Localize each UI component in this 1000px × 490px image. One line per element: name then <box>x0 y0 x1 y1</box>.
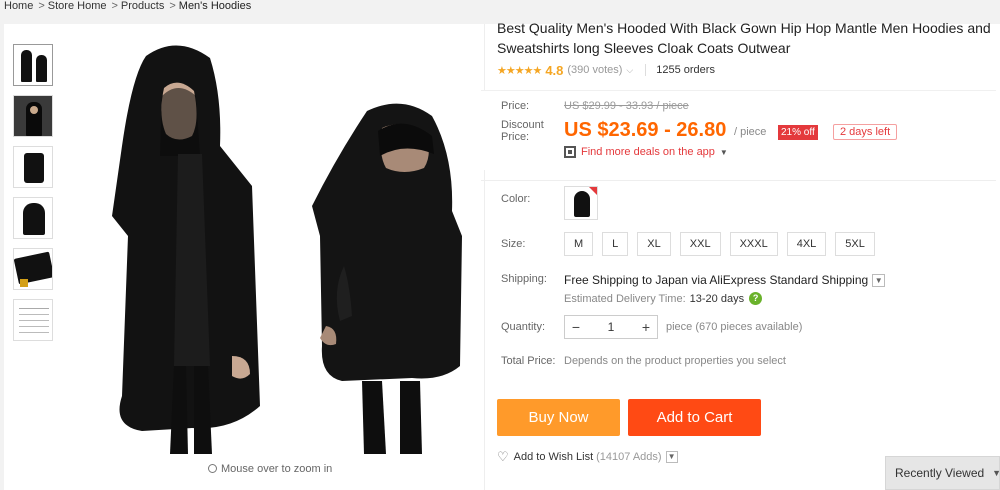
thumbnail-2[interactable] <box>13 95 53 137</box>
hoodie-models-illustration <box>112 45 462 454</box>
discount-badge: 21% off <box>778 125 818 140</box>
heart-icon[interactable]: ♡ <box>497 449 509 465</box>
magnifier-icon <box>208 464 217 473</box>
section-divider <box>481 180 996 181</box>
product-title: Best Quality Men's Hooded With Black Gow… <box>497 20 991 56</box>
total-price-label: Total Price: <box>501 355 556 367</box>
breadcrumb-separator: > <box>169 0 176 12</box>
price-label: Price: <box>501 100 530 112</box>
breadcrumb-separator: > <box>38 0 45 12</box>
original-price: US $29.99 - 33.93 / piece <box>564 100 689 112</box>
size-option-xxxl[interactable]: XXXL <box>729 232 778 256</box>
discount-price: US $23.69 - 26.80 <box>564 119 727 141</box>
rating-stars: ★★★★★ <box>497 64 542 77</box>
size-option-m[interactable]: M <box>564 232 594 256</box>
days-left-badge: 2 days left <box>833 124 898 140</box>
thumbnail-list <box>13 44 55 350</box>
quantity-label: Quantity: <box>501 321 546 333</box>
add-to-wishlist[interactable]: ♡ Add to Wish List (14107 Adds) ▼ <box>497 449 678 465</box>
quantity-availability: piece (670 pieces available) <box>666 321 803 333</box>
qr-code-icon <box>564 146 576 158</box>
recently-viewed-tab[interactable]: Recently Viewed ▼ <box>885 456 1000 490</box>
delivery-estimate: Estimated Delivery Time: 13-20 days ? <box>564 292 763 305</box>
breadcrumb-current[interactable]: Men's Hoodies <box>179 0 251 12</box>
chevron-down-icon[interactable]: ▼ <box>872 273 886 287</box>
color-label: Color: <box>501 193 531 205</box>
caret-down-icon[interactable]: ▼ <box>720 148 728 157</box>
size-option-4xl[interactable]: 4XL <box>786 232 827 256</box>
size-options: M L XL XXL XXXL 4XL 5XL <box>564 232 884 256</box>
breadcrumb-products[interactable]: Products <box>121 0 164 12</box>
rating-score: 4.8 <box>545 62 564 78</box>
wishlist-label[interactable]: Add to Wish List <box>514 451 593 463</box>
thumbnail-1[interactable] <box>13 44 53 86</box>
size-label: Size: <box>501 238 526 250</box>
chevron-down-icon[interactable]: ▼ <box>665 451 678 463</box>
breadcrumb-separator: > <box>111 0 118 12</box>
shipping-method-text[interactable]: Free Shipping to Japan via AliExpress St… <box>564 273 868 287</box>
app-deals-link[interactable]: Find more deals on the app ▼ <box>564 146 728 158</box>
shipping-label: Shipping: <box>501 273 547 285</box>
orders-count: 1255 orders <box>645 64 715 76</box>
buy-now-button[interactable]: Buy Now <box>497 399 620 436</box>
size-option-l[interactable]: L <box>602 232 629 256</box>
size-option-xl[interactable]: XL <box>637 232 671 256</box>
chevron-down-icon[interactable]: ▼ <box>992 468 1000 478</box>
selected-corner-icon <box>589 187 597 195</box>
main-product-image[interactable] <box>82 36 462 456</box>
quantity-stepper: − 1 + <box>564 315 658 339</box>
recently-viewed-label[interactable]: Recently Viewed <box>895 466 984 480</box>
zoom-hint: Mouse over to zoom in <box>208 463 332 475</box>
rating-row: ★★★★★ 4.8 (390 votes) ⌵ 1255 orders <box>497 62 715 78</box>
total-price-note: Depends on the product properties you se… <box>564 355 786 367</box>
thumbnail-4[interactable] <box>13 197 53 239</box>
color-swatch-black[interactable] <box>564 186 598 220</box>
quantity-input[interactable]: 1 <box>587 320 635 334</box>
help-icon[interactable]: ? <box>749 292 763 305</box>
size-option-5xl[interactable]: 5XL <box>835 232 875 256</box>
delivery-days: 13-20 days <box>689 292 745 305</box>
quantity-decrease-button[interactable]: − <box>565 319 587 335</box>
size-option-xxl[interactable]: XXL <box>679 232 721 256</box>
shipping-method[interactable]: Free Shipping to Japan via AliExpress St… <box>564 273 886 287</box>
breadcrumb: Home > Store Home > Products > Men's Hoodies <box>4 0 253 16</box>
delivery-estimate-label: Estimated Delivery Time: <box>564 292 686 305</box>
thumbnail-5[interactable] <box>13 248 53 290</box>
quantity-increase-button[interactable]: + <box>635 319 657 335</box>
per-piece-unit: / piece <box>734 126 767 138</box>
wishlist-count: (14107 Adds) <box>596 451 662 463</box>
app-deals-text[interactable]: Find more deals on the app <box>581 146 715 158</box>
thumbnail-3[interactable] <box>13 146 53 188</box>
votes-count[interactable]: (390 votes) <box>567 64 622 76</box>
thumbnail-size-chart[interactable] <box>13 299 53 341</box>
discount-price-label: Discount Price: <box>501 119 544 143</box>
zoom-hint-text: Mouse over to zoom in <box>221 463 333 475</box>
breadcrumb-home[interactable]: Home <box>4 0 33 12</box>
add-to-cart-button[interactable]: Add to Cart <box>628 399 761 436</box>
breadcrumb-store-home[interactable]: Store Home <box>48 0 107 12</box>
chevron-down-icon[interactable]: ⌵ <box>626 65 633 76</box>
